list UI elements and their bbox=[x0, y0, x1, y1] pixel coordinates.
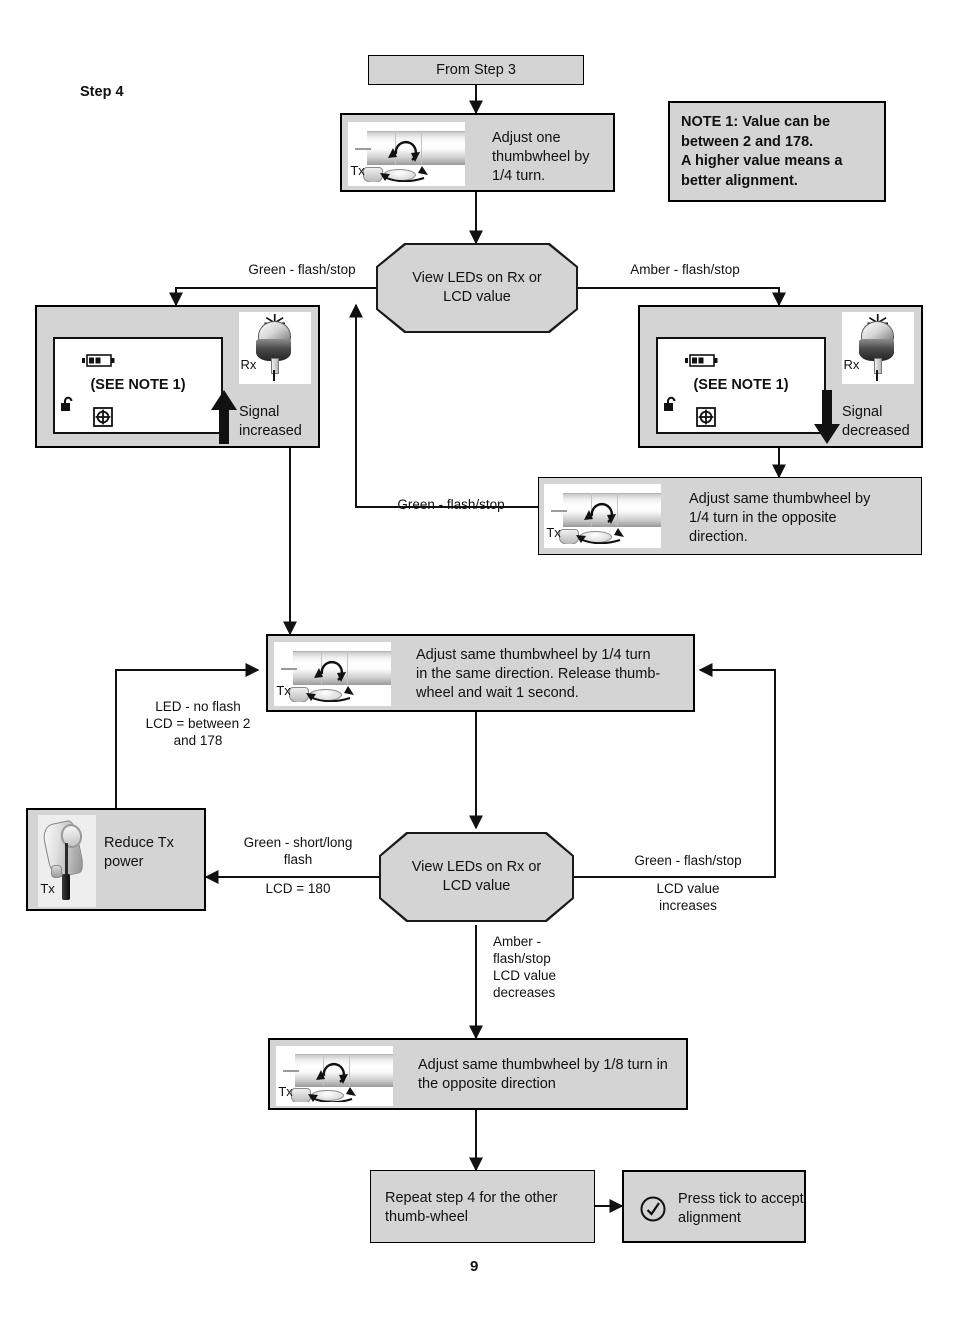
lcd-see-note-increased: (SEE NOTE 1) bbox=[90, 377, 186, 393]
node-repeat-step-4: Repeat step 4 for the other thumb-wheel bbox=[370, 1170, 595, 1243]
lcd-panel-decreased: (SEE NOTE 1) bbox=[656, 337, 826, 434]
adjust-eighth-turn-text: Adjust same thumbwheel by 1/8 turn in th… bbox=[418, 1057, 668, 1092]
tick-circle-icon bbox=[640, 1196, 666, 1222]
edge-label-lcd-value-increases: LCD value increases bbox=[656, 881, 720, 913]
from-step-3-label: From Step 3 bbox=[436, 62, 516, 78]
decision-1-text: View LEDs on Rx or LCD value bbox=[412, 270, 542, 305]
tx-image-label: Tx bbox=[276, 683, 291, 699]
repeat-step-text: Repeat step 4 for the other thumb-wheel bbox=[385, 1190, 558, 1225]
edge-label-lcd-equals-180: LCD = 180 bbox=[265, 881, 331, 896]
rx-device-image-decreased: Rx bbox=[842, 312, 914, 384]
step-label: Step 4 bbox=[80, 84, 124, 100]
tx-image-label: Tx bbox=[546, 525, 561, 541]
note-1-text: NOTE 1: Value can be between 2 and 178. … bbox=[681, 114, 843, 189]
padlock-open-icon bbox=[664, 396, 676, 411]
battery-icon bbox=[685, 354, 718, 367]
target-crosshair-icon bbox=[696, 407, 716, 427]
node-signal-increased: (SEE NOTE 1) Rx Signal increased bbox=[35, 305, 320, 448]
note-1-box: NOTE 1: Value can be between 2 and 178. … bbox=[668, 101, 886, 202]
adjust-opposite-quarter-text: Adjust same thumbwheel by 1/4 turn in th… bbox=[689, 491, 871, 545]
reduce-tx-power-text: Reduce Tx power bbox=[104, 835, 174, 870]
tx-image-label: Tx bbox=[278, 1083, 293, 1099]
node-signal-decreased: (SEE NOTE 1) Rx Signal decreased bbox=[638, 305, 923, 448]
signal-increased-arrow-icon bbox=[211, 390, 237, 444]
node-adjust-one-thumbwheel: Tx Adjust one thumbwheel by 1/4 turn. bbox=[340, 113, 615, 192]
rx-device-image-increased: Rx bbox=[239, 312, 311, 384]
tx-image-label: Tx bbox=[40, 880, 55, 896]
flowchart-page: Step 4 From Step 3 NOTE 1: Value can be … bbox=[0, 0, 954, 1338]
tx-thumbwheel-image: Tx bbox=[274, 642, 391, 706]
signal-decreased-caption: Signal decreased bbox=[842, 404, 910, 439]
node-adjust-eighth-turn: Tx Adjust same thumbwheel by 1/8 turn in… bbox=[268, 1038, 688, 1110]
rx-image-label: Rx bbox=[843, 357, 860, 373]
edge-label-amber-flash-stop-right: Amber - flash/stop bbox=[630, 262, 740, 277]
padlock-open-icon bbox=[61, 396, 73, 411]
edge-label-green-flash-stop-left: Green - flash/stop bbox=[248, 262, 356, 277]
adjust-same-quarter-text: Adjust same thumbwheel by 1/4 turn in th… bbox=[416, 647, 661, 701]
node-from-step-3: From Step 3 bbox=[368, 55, 584, 85]
edge-label-led-no-flash: LED - no flash LCD = between 2 and 178 bbox=[145, 699, 251, 748]
tx-thumbwheel-image: Tx bbox=[276, 1046, 393, 1106]
adjust-one-text: Adjust one thumbwheel by 1/4 turn. bbox=[492, 130, 590, 184]
tx-power-image: Tx bbox=[38, 815, 96, 907]
battery-icon bbox=[82, 354, 115, 367]
decision-2-text: View LEDs on Rx or LCD value bbox=[411, 859, 542, 894]
lcd-panel-increased: (SEE NOTE 1) bbox=[53, 337, 223, 434]
node-reduce-tx-power: Tx Reduce Tx power bbox=[26, 808, 206, 911]
edge-label-green-short-long-flash: Green - short/long flash bbox=[243, 835, 353, 867]
edge-label-green-flash-stop-mid: Green - flash/stop bbox=[397, 497, 505, 512]
node-decision-view-leds-2: View LEDs on Rx or LCD value bbox=[379, 832, 574, 922]
tx-thumbwheel-image: Tx bbox=[348, 122, 465, 186]
node-adjust-same-quarter: Tx Adjust same thumbwheel by 1/4 turn in… bbox=[266, 634, 695, 712]
rx-image-label: Rx bbox=[240, 357, 257, 373]
tx-image-label: Tx bbox=[350, 163, 365, 179]
page-number: 9 bbox=[470, 1258, 479, 1275]
tx-thumbwheel-image: Tx bbox=[544, 484, 661, 548]
edge-label-green-flash-stop-right: Green - flash/stop bbox=[634, 853, 742, 868]
lcd-see-note-decreased: (SEE NOTE 1) bbox=[693, 377, 789, 393]
signal-decreased-arrow-icon bbox=[814, 390, 840, 444]
node-adjust-opposite-quarter: Tx Adjust same thumbwheel by 1/4 turn in… bbox=[538, 477, 922, 555]
node-press-tick: Press tick to accept alignment bbox=[622, 1170, 806, 1243]
node-decision-view-leds-1: View LEDs on Rx or LCD value bbox=[376, 243, 578, 333]
edge-label-amber-decreases: Amber - flash/stop LCD value decreases bbox=[493, 934, 557, 1000]
press-tick-text: Press tick to accept alignment bbox=[678, 1191, 804, 1226]
signal-increased-caption: Signal increased bbox=[239, 404, 302, 439]
target-crosshair-icon bbox=[93, 407, 113, 427]
